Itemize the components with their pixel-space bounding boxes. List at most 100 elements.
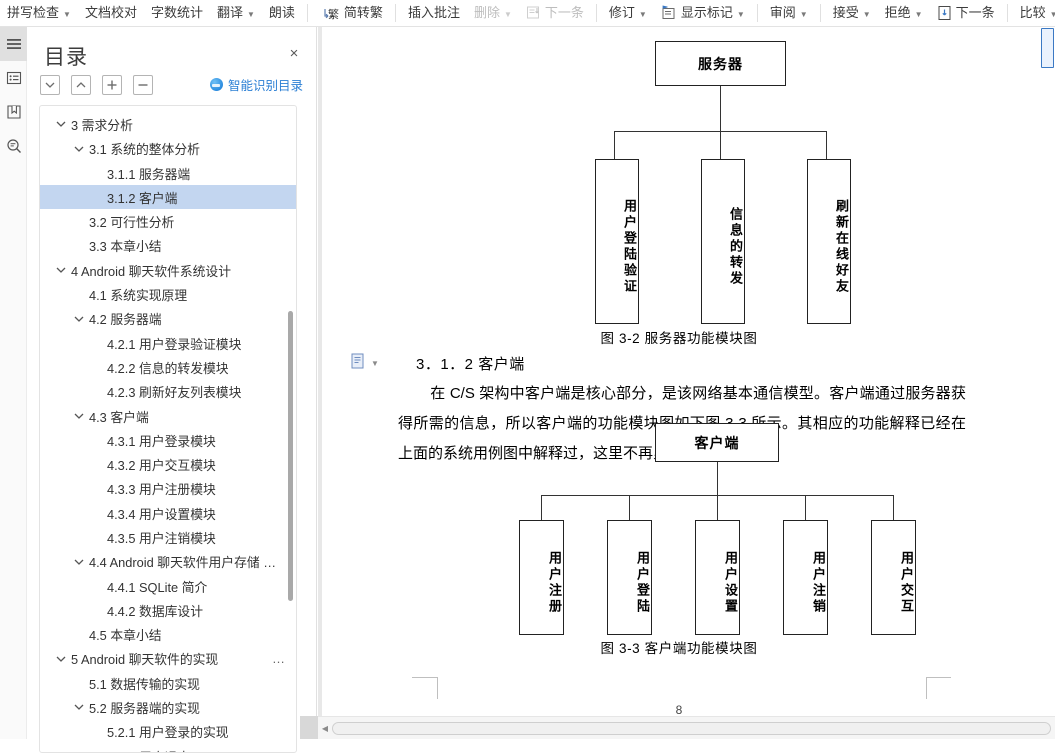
toolbar-button-2[interactable]: 字数统计 <box>144 1 210 25</box>
document-vertical-scrollbar[interactable] <box>1040 27 1055 739</box>
chevron-down-icon[interactable] <box>73 143 85 155</box>
toc-item-1[interactable]: 3 需求分析 <box>40 112 296 136</box>
toolbar-button-label: 拼写检查 <box>7 5 60 20</box>
chevron-down-icon[interactable] <box>73 701 85 713</box>
toc-item-label: 4.4.1 SQLite 简介 <box>107 579 208 595</box>
toc-item-3[interactable]: 3.1.1 服务器端 <box>40 161 296 185</box>
toc-item-9[interactable]: 4.2 服务器端 <box>40 307 296 331</box>
connector-line <box>629 495 631 520</box>
toc-scroll-area[interactable]: 3 需求分析 3.1 系统的整体分析 3.1.1 服务器端 3.1.2 客户端 3.2 … <box>40 106 296 752</box>
expand-all-button[interactable] <box>102 75 122 95</box>
collapse-all-button[interactable] <box>133 75 153 95</box>
toolbar-button-label: 下一条 <box>955 5 995 20</box>
diagram-node-root-client: 客户端 <box>655 423 779 462</box>
toc-item-label: 3.3 本章小结 <box>89 239 162 255</box>
toc-item-23[interactable]: 5 Android 聊天软件的实现… <box>40 647 296 671</box>
toc-item-label: 4.3 客户端 <box>89 409 149 425</box>
toc-item-6[interactable]: 3.3 本章小结 <box>40 234 296 258</box>
toc-item-2[interactable]: 3.1 系统的整体分析 <box>40 137 296 161</box>
toolbar-button-12[interactable]: 修订 ▼ <box>602 1 654 25</box>
toc-item-26[interactable]: 5.2.1 用户登录的实现 <box>40 720 296 744</box>
toc-item-24[interactable]: 5.1 数据传输的实现 <box>40 671 296 695</box>
toc-item-label: 4.4.2 数据库设计 <box>107 603 204 619</box>
chevron-down-icon: ▼ <box>63 9 71 19</box>
toc-item-16[interactable]: 4.3.3 用户注册模块 <box>40 477 296 501</box>
connector-line <box>717 495 719 520</box>
toc-item-21[interactable]: 4.4.2 数据库设计 <box>40 598 296 622</box>
toc-item-10[interactable]: 4.2.1 用户登录验证模块 <box>40 331 296 355</box>
toc-item-13[interactable]: 4.3 客户端 <box>40 404 296 428</box>
toolbar-button-13[interactable]: 显示标记 ▼ <box>654 1 752 25</box>
toc-item-label: 4.2.3 刷新好友列表模块 <box>107 385 242 401</box>
toolbar-button-18[interactable]: 拒绝 ▼ <box>878 1 930 25</box>
toc-item-label: 4.2 服务器端 <box>89 312 162 328</box>
toolbar-button-3[interactable]: 翻译 ▼ <box>210 1 262 25</box>
toolbar-button-label: 字数统计 <box>150 5 203 20</box>
chevron-down-icon[interactable] <box>55 264 67 276</box>
chevron-down-icon: ▼ <box>371 358 379 368</box>
chevron-down-icon[interactable] <box>55 653 67 665</box>
toolbar-button-21[interactable]: 比较 ▼ <box>1013 1 1055 25</box>
close-icon[interactable]: × <box>286 46 302 63</box>
toolbar-button-label: 文档校对 <box>84 5 137 20</box>
outline-panel-button[interactable] <box>0 27 27 61</box>
toc-item-11[interactable]: 4.2.2 信息的转发模块 <box>40 355 296 379</box>
toc-item-7[interactable]: 4 Android 聊天软件系统设计 <box>40 258 296 282</box>
document-list-button[interactable] <box>0 61 27 95</box>
horizontal-scroll-thumb[interactable] <box>332 721 1051 735</box>
smart-recognize-toc-button[interactable]: 智能识别目录 <box>209 75 303 94</box>
chevron-down-icon[interactable] <box>73 313 85 325</box>
toolbar-button-17[interactable]: 接受 ▼ <box>826 1 878 25</box>
toc-item-8[interactable]: 4.1 系统实现原理 <box>40 282 296 306</box>
toc-item-12[interactable]: 4.2.3 刷新好友列表模块 <box>40 380 296 404</box>
collapse-up-button[interactable] <box>71 75 91 95</box>
toc-item-27[interactable]: 5.2.2 用户退出 <box>40 744 296 752</box>
smart-toc-icon <box>209 78 223 91</box>
connector-line <box>541 495 543 520</box>
search-document-button[interactable] <box>0 129 27 163</box>
toc-item-25[interactable]: 5.2 服务器端的实现 <box>40 695 296 719</box>
scroll-left-icon[interactable]: ◀ <box>318 724 332 733</box>
toolbar-button-15[interactable]: 审阅 ▼ <box>763 1 815 25</box>
toc-item-label: 5.2 服务器端的实现 <box>89 701 200 717</box>
toc-item-5[interactable]: 3.2 可行性分析 <box>40 209 296 233</box>
toc-item-15[interactable]: 4.3.2 用户交互模块 <box>40 452 296 476</box>
chevron-down-icon: ▼ <box>503 9 512 19</box>
toolbar-button-6[interactable]: 繁简转繁 <box>313 1 390 25</box>
connector-line <box>720 86 722 131</box>
document-vertical-scroll-thumb[interactable] <box>1041 28 1054 68</box>
toolbar-button-label: 下一条 <box>544 5 584 20</box>
diagram-node-child-1: 信息的转发 <box>701 159 745 324</box>
toolbar-button-8[interactable]: 插入批注 <box>401 1 467 25</box>
bookmark-button[interactable] <box>0 95 27 129</box>
toolbar-button-label: 显示标记 <box>680 5 733 20</box>
chevron-down-icon[interactable] <box>55 118 67 130</box>
document-horizontal-scrollbar[interactable]: ◀ <box>318 716 1055 739</box>
collapse-down-button[interactable] <box>40 75 60 95</box>
toc-item-22[interactable]: 4.5 本章小结 <box>40 623 296 647</box>
toolbar-button-4[interactable]: 朗读 <box>262 1 302 25</box>
toc-item-14[interactable]: 4.3.1 用户登录模块 <box>40 428 296 452</box>
toc-item-overflow-icon[interactable]: … <box>272 651 286 666</box>
toc-item-18[interactable]: 4.3.5 用户注销模块 <box>40 525 296 549</box>
paste-options-icon[interactable]: ▼ <box>351 353 379 369</box>
connector-line <box>720 131 722 159</box>
toolbar-button-label: 审阅 <box>769 5 796 20</box>
toc-item-label: 3.1.2 客户端 <box>107 190 178 206</box>
toolbar-button-1[interactable]: 文档校对 <box>78 1 144 25</box>
toc-item-19[interactable]: 4.4 Android 聊天软件用户存储 … <box>40 550 296 574</box>
toolbar-separator <box>819 4 821 22</box>
bookmark-icon <box>6 104 22 120</box>
review-toolbar: 拼写检查 ▼ 文档校对 字数统计 翻译 ▼ 朗读繁简转繁 插入批注 删除 ▼ 下一条 修订 ▼ 显示标记 ▼… <box>0 0 1055 27</box>
toc-item-20[interactable]: 4.4.1 SQLite 简介 <box>40 574 296 598</box>
toc-item-4[interactable]: 3.1.2 客户端 <box>40 185 296 210</box>
chevron-down-icon[interactable] <box>73 556 85 568</box>
toolbar-button-19[interactable]: 下一条 <box>930 1 1002 25</box>
toc-item-17[interactable]: 4.3.4 用户设置模块 <box>40 501 296 525</box>
toolbar-button-0[interactable]: 拼写检查 ▼ <box>0 1 78 25</box>
chevron-down-icon[interactable] <box>73 410 85 422</box>
toolbar-separator <box>595 4 597 22</box>
search-document-icon <box>6 138 22 154</box>
toc-vertical-scrollbar[interactable] <box>288 311 293 601</box>
toc-item-label: 4.4 Android 聊天软件用户存储 … <box>89 555 277 571</box>
